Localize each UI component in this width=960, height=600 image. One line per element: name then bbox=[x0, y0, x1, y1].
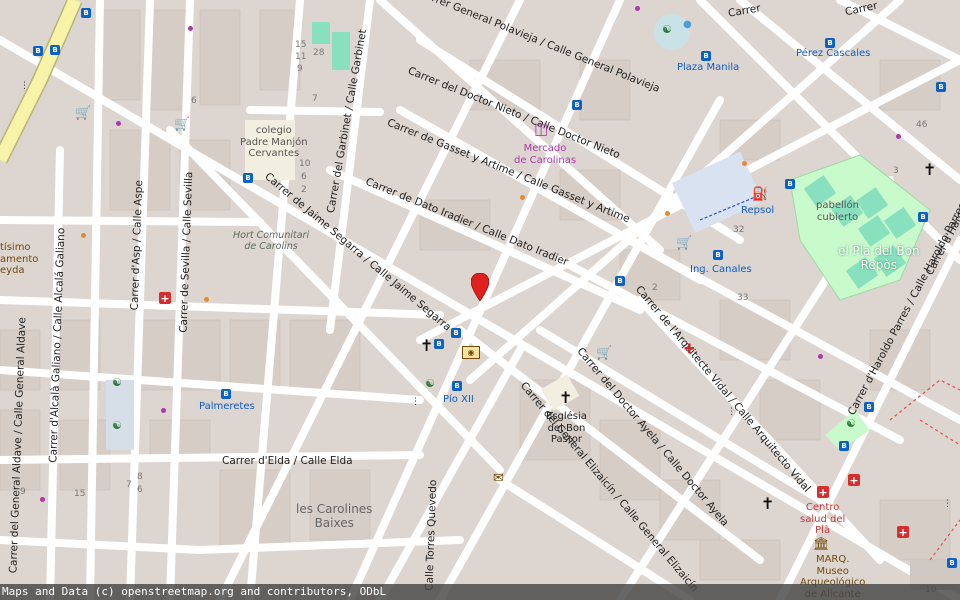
hospital-icon[interactable]: + bbox=[897, 526, 909, 538]
fuel-station-icon[interactable]: ⛽ bbox=[752, 188, 768, 201]
poi-label-repsol: Repsol bbox=[741, 205, 775, 216]
traffic-signal-icon: ⋮ bbox=[20, 81, 29, 91]
poi-label-pla-bon-repos: el Pla del Bon Repòs bbox=[838, 244, 920, 272]
bus-stop-icon[interactable]: B bbox=[452, 381, 462, 391]
amenity-dot-icon bbox=[81, 233, 86, 238]
map-attribution: Maps and Data (c) openstreetmap.org and … bbox=[0, 584, 960, 600]
bus-stop-icon[interactable]: B bbox=[701, 51, 711, 61]
bus-stop-icon[interactable]: B bbox=[81, 8, 91, 18]
house-number: 28 bbox=[313, 48, 325, 58]
street-label-elda: Carrer d'Elda / Calle Elda bbox=[222, 455, 353, 467]
poi-label-perez-cascales: Pérez Cascales bbox=[796, 48, 871, 59]
amenity-dot-icon bbox=[204, 297, 209, 302]
bus-stop-icon[interactable]: B bbox=[572, 100, 582, 110]
house-number: 46 bbox=[916, 120, 928, 130]
poi-label-pabellon: pabellón cubierto bbox=[816, 200, 859, 223]
poi-label-plaza-manila: Plaza Manila bbox=[677, 62, 740, 73]
house-number: 15 bbox=[74, 489, 86, 499]
amenity-dot-icon bbox=[520, 195, 525, 200]
shop-cart-icon[interactable]: 🛒 bbox=[75, 107, 91, 120]
amenity-dot-icon bbox=[40, 497, 45, 502]
poi-label-hort: Hort Comunitari de Carolins bbox=[233, 230, 310, 252]
hospital-icon[interactable]: + bbox=[848, 474, 860, 486]
traffic-signal-icon: ⋮ bbox=[943, 499, 952, 509]
bus-stop-icon[interactable]: B bbox=[864, 402, 874, 412]
bus-stop-icon[interactable]: B bbox=[33, 46, 43, 56]
playground-icon[interactable]: ☯ bbox=[846, 418, 856, 429]
house-number: 9 bbox=[20, 487, 26, 497]
playground-icon[interactable]: ☯ bbox=[112, 420, 122, 431]
amenity-dot-icon bbox=[161, 408, 166, 413]
poi-label-colegio: colegio Padre Manjón Cervantes bbox=[240, 125, 308, 159]
amenity-dot-icon bbox=[635, 6, 640, 11]
shop-cart-icon[interactable]: 🛒 bbox=[676, 237, 692, 250]
bank-icon[interactable]: ◉ bbox=[462, 346, 480, 359]
house-number: 32 bbox=[733, 225, 745, 235]
church-icon[interactable]: ✝ bbox=[923, 162, 936, 178]
bus-stop-icon[interactable]: B bbox=[243, 173, 253, 183]
bus-stop-icon[interactable]: B bbox=[785, 179, 795, 189]
district-label-carolines-baixes: les Carolines Baixes bbox=[296, 502, 373, 531]
museum-icon[interactable]: 🏛 bbox=[813, 538, 830, 551]
house-number: 11 bbox=[295, 52, 307, 62]
amenity-dot-icon bbox=[116, 121, 121, 126]
house-number: 15 bbox=[295, 40, 307, 50]
house-number: 7 bbox=[126, 480, 132, 490]
poi-label-esglesia: Església del Bon Pastor bbox=[546, 411, 587, 445]
red-location-pin-icon[interactable] bbox=[471, 273, 489, 301]
house-number: 6 bbox=[137, 485, 143, 495]
poi-label-pio-xii: Pío XII bbox=[443, 394, 474, 405]
house-number: 3 bbox=[893, 166, 899, 176]
house-number: 33 bbox=[737, 293, 749, 303]
bus-stop-icon[interactable]: B bbox=[918, 212, 928, 222]
bus-stop-icon[interactable]: B bbox=[50, 45, 60, 55]
poi-label-mercado: Mercado de Carolinas bbox=[514, 143, 577, 166]
playground-icon[interactable]: ☯ bbox=[425, 378, 435, 389]
bus-stop-icon[interactable]: B bbox=[221, 389, 231, 399]
house-number: 9 bbox=[297, 64, 303, 74]
clinic-icon[interactable]: ✚ bbox=[684, 343, 695, 356]
playground-icon[interactable]: ☯ bbox=[662, 24, 672, 35]
post-office-icon[interactable]: ✉ bbox=[493, 472, 504, 485]
shop-cart-icon[interactable]: 🛒 bbox=[596, 347, 612, 360]
pharmacy-icon[interactable]: + bbox=[159, 292, 171, 304]
marketplace-icon[interactable]: ◫ bbox=[534, 122, 548, 137]
church-icon[interactable]: ✝ bbox=[761, 496, 774, 512]
bus-stop-icon[interactable]: B bbox=[825, 38, 835, 48]
amenity-dot-icon bbox=[896, 134, 901, 139]
church-icon[interactable]: ✝ bbox=[420, 338, 433, 354]
bus-stop-icon[interactable]: B bbox=[936, 82, 946, 92]
church-icon[interactable]: ✝ bbox=[559, 390, 572, 406]
amenity-dot-icon bbox=[188, 26, 193, 31]
bus-stop-icon[interactable]: B bbox=[615, 276, 625, 286]
bus-stop-icon[interactable]: B bbox=[839, 441, 849, 451]
traffic-signal-icon: ⋮ bbox=[727, 407, 736, 417]
bus-stop-icon[interactable]: B bbox=[947, 558, 957, 568]
traffic-signal-icon: ⋮ bbox=[411, 397, 420, 407]
house-number: 8 bbox=[137, 472, 143, 482]
house-number: 2 bbox=[301, 185, 307, 195]
bus-stop-icon[interactable]: B bbox=[713, 250, 723, 260]
house-number: 2 bbox=[652, 283, 658, 293]
playground-icon[interactable]: ☯ bbox=[112, 377, 122, 388]
house-number: 6 bbox=[191, 96, 197, 106]
amenity-dot-icon bbox=[742, 161, 747, 166]
bus-stop-icon[interactable]: B bbox=[434, 339, 444, 349]
amenity-dot-icon bbox=[818, 354, 823, 359]
shop-cart-icon[interactable]: 🛒 bbox=[174, 118, 190, 131]
map-canvas[interactable]: Carrer General Polavieja / Calle General… bbox=[0, 0, 960, 600]
poi-label-left-partial: tísimo amento eyda bbox=[0, 242, 39, 276]
fountain-icon[interactable]: ● bbox=[683, 20, 692, 30]
house-number: 6 bbox=[301, 172, 307, 182]
bus-stop-icon[interactable]: B bbox=[451, 328, 461, 338]
amenity-dot-icon bbox=[665, 211, 670, 216]
poi-label-ing-canales: Ing. Canales bbox=[690, 264, 752, 275]
poi-label-centro-salud: Centro salud del Plà bbox=[800, 502, 846, 536]
hospital-icon[interactable]: + bbox=[817, 486, 829, 498]
house-number: 10 bbox=[299, 159, 311, 169]
poi-label-palmeretes: Palmeretes bbox=[199, 401, 255, 412]
house-number: 7 bbox=[312, 94, 318, 104]
